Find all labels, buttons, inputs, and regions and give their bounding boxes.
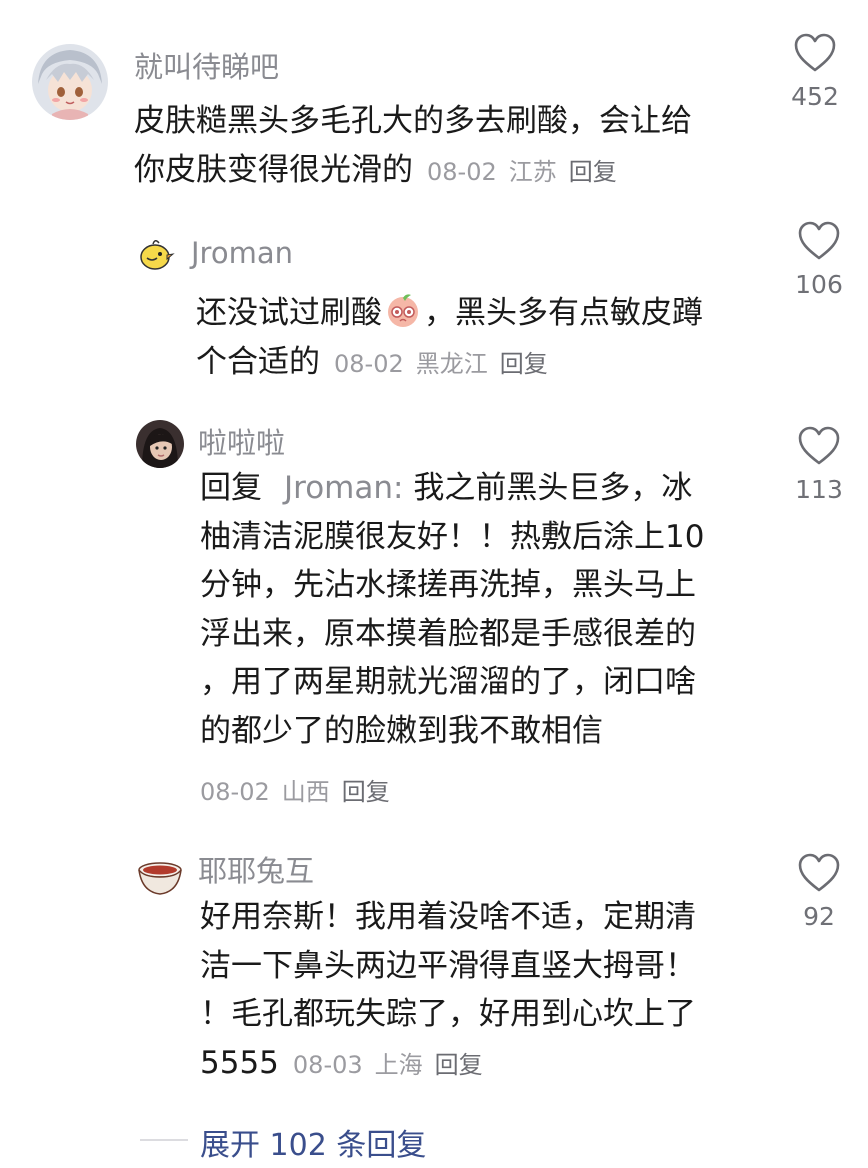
divider [140,1139,188,1141]
anime-avatar-icon [32,44,108,120]
heart-icon [794,33,836,72]
reply-button[interactable]: 回复 [435,1051,483,1079]
comment-line: ！毛孔都玩失踪了，好用到心坎上了 [200,996,696,1032]
comment-meta: 08-02 山西 回复 [200,772,390,807]
comment-line-with-meta: 你皮肤变得很光滑的 08-02 江苏 回复 [134,151,617,188]
comment-text: 回复 Jroman: 我之前黑头巨多，冰 柚清洁泥膜很友好！！热敷后涂上10 分钟… [200,464,704,755]
girl-avatar-icon [136,420,184,468]
like-button[interactable]: 452 [786,32,844,111]
comment-line: 皮肤糙黑头多毛孔大的多去刷酸，会让给 [134,103,692,139]
avatar[interactable] [135,234,175,274]
comment-location: 江苏 [508,157,557,186]
comment-line-with-meta: 个合适的 08-02 黑龙江 回复 [196,343,548,380]
comment-location: 山西 [281,778,330,806]
comment-date: 08-02 [427,157,497,186]
comment-date: 08-02 [200,778,270,806]
chick-avatar-icon [135,234,175,274]
avatar[interactable] [136,420,184,468]
comment-line-with-emoji: 还没试过刷酸 ，黑头多有点敏皮蹲 [196,289,703,338]
like-count: 92 [803,902,835,931]
comment-line: 洁一下鼻头两边平滑得直竖大拇哥！ [200,947,696,984]
username[interactable]: Jroman [191,236,293,270]
bowl-avatar-icon [136,852,184,900]
like-count: 113 [795,475,843,504]
like-button[interactable]: 106 [790,220,848,299]
heart-icon [798,426,840,465]
comment-line: 分钟，先沾水揉搓再洗掉，黑头马上 [200,567,696,603]
comment-date: 08-03 [292,1050,363,1079]
username[interactable]: 耶耶兔互 [198,848,314,890]
comment-text: 皮肤糙黑头多毛孔大的多去刷酸，会让给 你皮肤变得很光滑的 08-02 江苏 回复 [134,97,692,196]
comment-date: 08-02 [334,349,404,378]
comment-text: 还没试过刷酸 ，黑头多有点敏皮蹲 个合适的 08-02 黑龙江 回复 [196,289,703,388]
comment-line-reply: 回复 Jroman: 我之前黑头巨多，冰 [200,470,693,506]
comment-line: 的都少了的脸嫩到我不敢相信 [200,712,603,749]
heart-icon [798,853,840,892]
heart-icon [798,221,840,260]
reply-button[interactable]: 回复 [569,158,617,186]
reply-button[interactable]: 回复 [500,350,548,378]
username[interactable]: 啦啦啦 [198,420,285,462]
like-count: 452 [791,82,839,111]
comment-text: 好用奈斯！我用着没啥不适，定期清 洁一下鼻头两边平滑得直竖大拇哥！ ！毛孔都玩失… [200,893,696,1089]
avatar[interactable] [136,852,184,900]
comment-line: 柚清洁泥膜很友好！！热敷后涂上10 [200,518,705,555]
comment-location: 上海 [374,1050,423,1079]
comment-line-with-meta: 5555 08-03 上海 回复 [200,1044,483,1081]
peach-face-emoji-icon [384,291,422,329]
like-button[interactable]: 92 [790,852,848,931]
comment-location: 黑龙江 [415,349,488,378]
reply-to-username[interactable]: Jroman [284,470,393,506]
avatar[interactable] [32,44,108,120]
expand-replies-button[interactable]: 展开 102 条回复 [200,1120,426,1164]
comment-line: 好用奈斯！我用着没啥不适，定期清 [200,899,696,935]
comment-line: ，用了两星期就光溜溜的了，闭口啥 [200,664,696,700]
like-button[interactable]: 113 [790,425,848,504]
comment-line: 浮出来，原本摸着脸都是手感很差的 [200,615,696,652]
reply-button[interactable]: 回复 [342,778,390,806]
username[interactable]: 就叫待睇吧 [134,44,279,86]
like-count: 106 [795,270,843,299]
reply-prefix: 回复 [200,470,262,506]
